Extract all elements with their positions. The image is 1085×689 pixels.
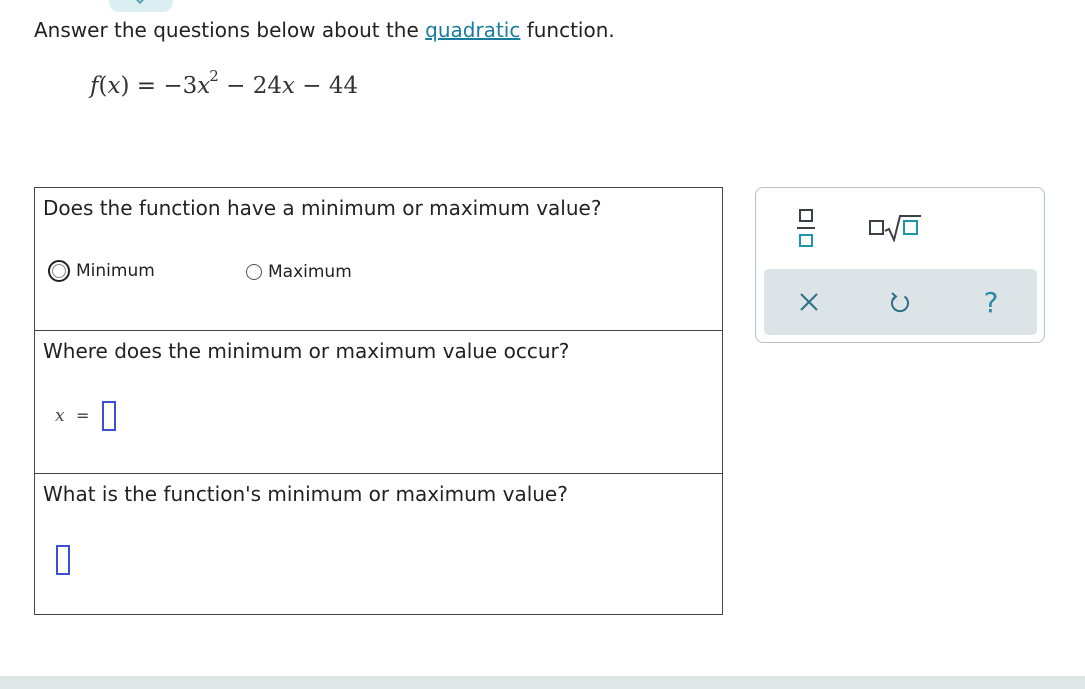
collapse-tab[interactable]: [109, 0, 173, 12]
question-3-text: What is the function's minimum or maximu…: [43, 482, 568, 506]
quadratic-link[interactable]: quadratic: [425, 18, 520, 42]
instructions-text: Answer the questions below about the qua…: [34, 18, 615, 42]
eq-f: f: [90, 73, 99, 99]
question-2-text: Where does the minimum or maximum value …: [43, 339, 570, 363]
undo-icon: [891, 292, 909, 313]
instructions-prefix: Answer the questions below about the: [34, 18, 426, 42]
value-answer-input[interactable]: [56, 545, 70, 575]
radio-circle[interactable]: [246, 264, 262, 280]
eq-part3: − 44: [294, 73, 359, 99]
question-min-max: Does the function have a minimum or maxi…: [35, 188, 722, 330]
function-equation: f(x) = −3x2 − 24x − 44: [90, 67, 359, 99]
equals-sign: =: [76, 406, 90, 425]
bottom-bar: [0, 676, 1085, 689]
eq-x1: x: [107, 73, 121, 99]
clear-button[interactable]: [792, 285, 826, 319]
x-answer-input[interactable]: [102, 401, 116, 431]
x-variable-label: x: [55, 406, 65, 426]
fraction-icon[interactable]: [797, 209, 815, 249]
question-mark-icon: ?: [983, 285, 999, 319]
eq-x3: x: [281, 73, 295, 99]
radio-circle[interactable]: [48, 260, 70, 282]
undo-button[interactable]: [883, 285, 917, 319]
maximum-radio[interactable]: Maximum: [246, 262, 352, 282]
question-location: Where does the minimum or maximum value …: [35, 330, 722, 473]
question-value: What is the function's minimum or maximu…: [35, 473, 722, 615]
action-bar: ?: [764, 269, 1037, 335]
eq-part1: = −3: [129, 73, 198, 99]
questions-box: Does the function have a minimum or maxi…: [34, 187, 723, 615]
question-1-text: Does the function have a minimum or maxi…: [43, 196, 602, 220]
close-icon: [800, 293, 818, 311]
denominator-box: [799, 234, 813, 247]
eq-part2: − 24: [218, 73, 282, 99]
chevron-down-icon: [132, 0, 148, 5]
help-button[interactable]: ?: [974, 285, 1008, 319]
math-tool-panel: ?: [755, 187, 1045, 343]
eq-lparen: (: [98, 73, 108, 99]
instructions-suffix: function.: [520, 18, 615, 42]
nth-root-graphic: [869, 215, 921, 242]
numerator-box: [799, 209, 813, 222]
fraction-bar: [797, 227, 815, 229]
eq-exponent: 2: [209, 67, 219, 85]
minimum-label: Minimum: [76, 261, 155, 281]
nth-root-icon[interactable]: [869, 214, 925, 242]
minimum-radio[interactable]: Minimum: [48, 260, 155, 282]
maximum-label: Maximum: [268, 262, 352, 282]
